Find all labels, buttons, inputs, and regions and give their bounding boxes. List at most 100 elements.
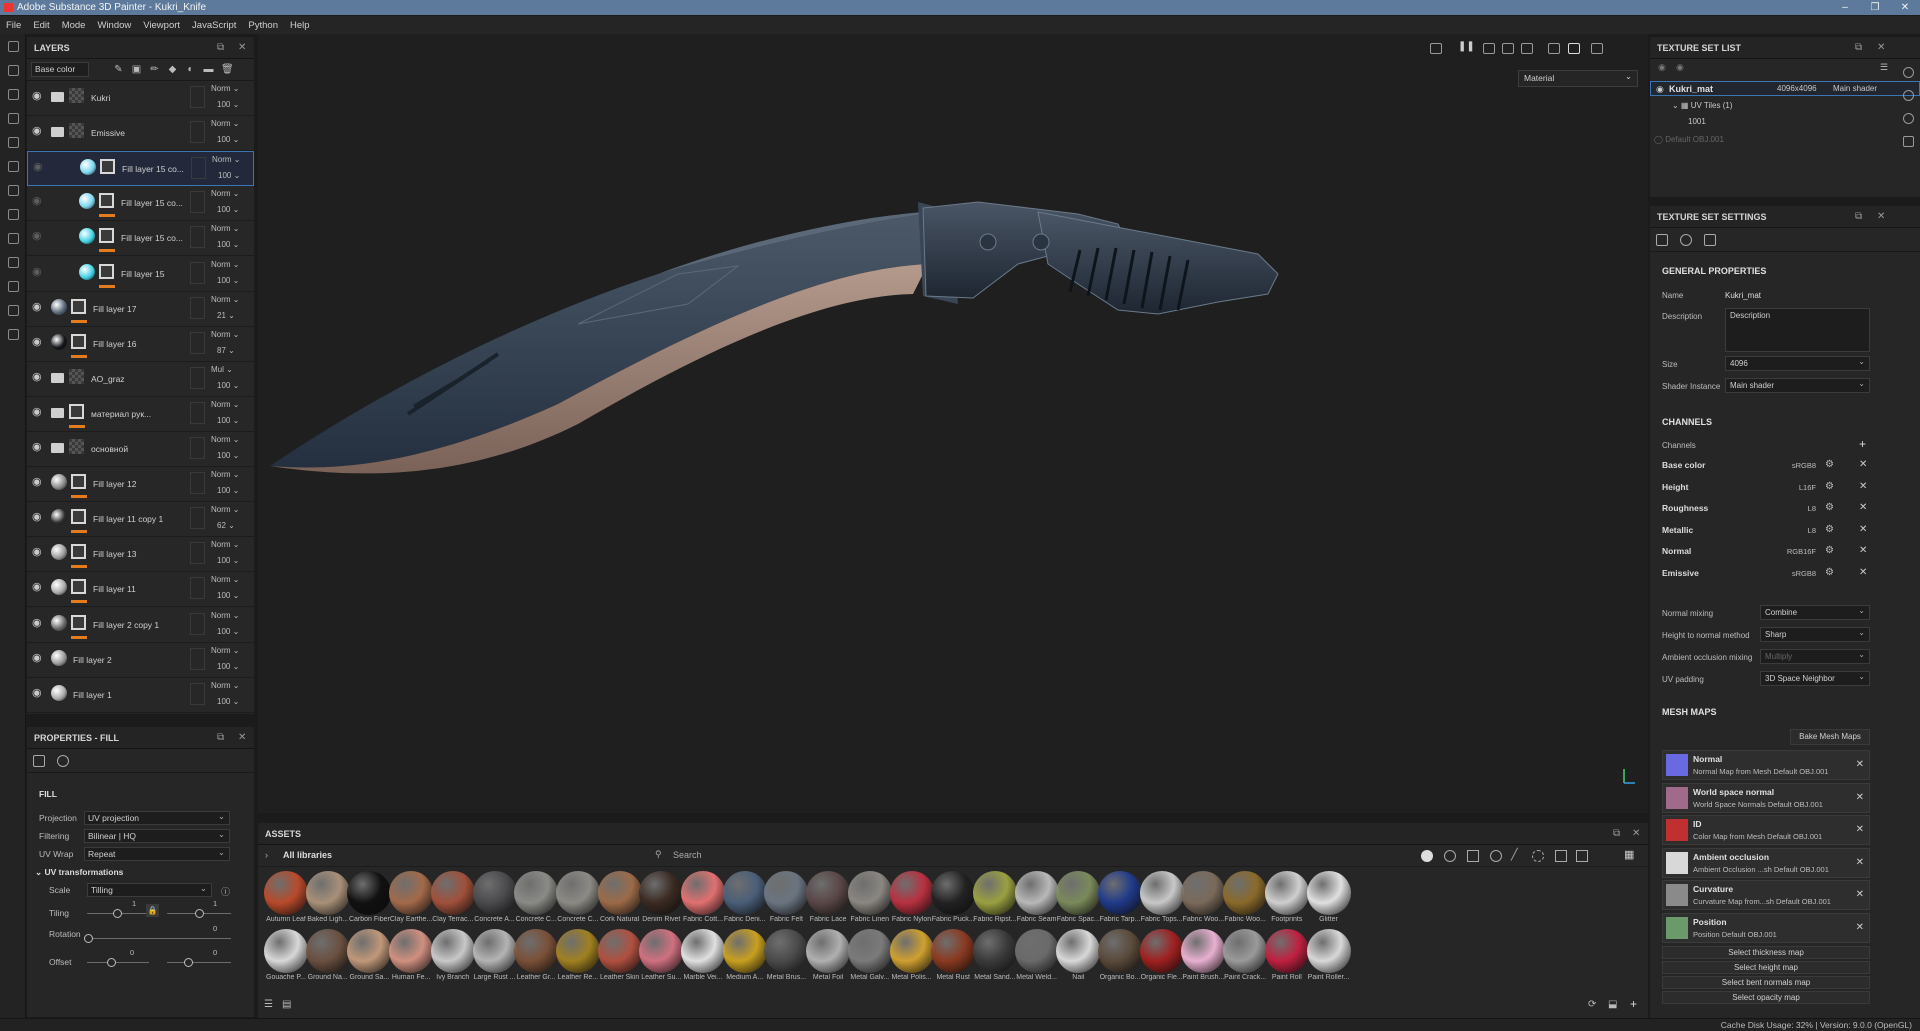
close-icon[interactable]: ✕ <box>238 42 246 53</box>
texture-set-row[interactable]: ◉ Kukri_mat 4096x4096 Main shader <box>1650 81 1920 96</box>
tiling-slider-2-handle[interactable] <box>195 909 204 918</box>
blend-mode-dropdown[interactable]: Norm ⌄ <box>211 611 240 620</box>
height-to-normal-dropdown[interactable]: Sharp <box>1760 626 1870 642</box>
opacity-dropdown[interactable]: 87 ⌄ <box>217 346 235 355</box>
menu-window[interactable]: Window <box>97 20 131 31</box>
mask-icon[interactable] <box>71 509 86 525</box>
mask-icon[interactable] <box>71 298 86 314</box>
layer-row[interactable]: ◉ Kukri Norm ⌄ 100 ⌄ <box>27 81 254 116</box>
mesh-map-row[interactable]: Position Position Default OBJ.001 ✕ <box>1662 913 1870 943</box>
blend-mode-dropdown[interactable]: Norm ⌄ <box>211 295 240 304</box>
menu-viewport[interactable]: Viewport <box>143 20 180 31</box>
maximize-icon[interactable]: ❐ <box>1860 0 1890 15</box>
opacity-dropdown[interactable]: 100 ⌄ <box>217 240 239 249</box>
uv-transformations-toggle[interactable]: ⌄ UV transformations <box>35 867 123 878</box>
filtering-dropdown[interactable]: Bilinear | HQ <box>84 828 230 843</box>
remove-mesh-map-icon[interactable]: ✕ <box>1856 824 1864 835</box>
blend-mode-dropdown[interactable]: Norm ⌄ <box>211 400 240 409</box>
mask-icon[interactable] <box>69 403 84 419</box>
layer-row[interactable]: ◉ Fill layer 13 Norm ⌄ 100 ⌄ <box>27 537 254 573</box>
history-icon[interactable] <box>1903 113 1914 124</box>
mask-icon[interactable] <box>99 193 114 209</box>
layer-row[interactable]: ◉ Fill layer 15 co... Norm ⌄ 100 ⌄ <box>27 186 254 222</box>
remove-mesh-map-icon[interactable]: ✕ <box>1856 889 1864 900</box>
mask-icon[interactable] <box>99 228 114 244</box>
settings-icon[interactable] <box>0 322 26 346</box>
add-mask-icon[interactable]: ▣ <box>131 64 142 75</box>
lock-icon[interactable]: 🔒 <box>146 904 159 917</box>
paint-brush-icon[interactable] <box>0 34 26 58</box>
undock-icon[interactable]: ⧉ <box>217 732 224 743</box>
opacity-dropdown[interactable]: 100 ⌄ <box>217 416 239 425</box>
rotation-slider[interactable] <box>87 938 231 939</box>
remove-channel-icon[interactable]: ✕ <box>1859 567 1867 578</box>
blend-mode-dropdown[interactable]: Norm ⌄ <box>211 119 240 128</box>
blend-mode-dropdown[interactable]: Norm ⌄ <box>211 435 240 444</box>
menu-mode[interactable]: Mode <box>62 20 86 31</box>
layer-row[interactable]: ◉ Fill layer 2 Norm ⌄ 100 ⌄ <box>27 642 254 678</box>
eye-icon[interactable]: ◉ <box>32 442 44 453</box>
channel-format[interactable]: RGB16F <box>1776 547 1816 556</box>
uv-tiles-row[interactable]: ⌄ ▦ UV Tiles (1) <box>1672 101 1733 110</box>
mask-icon[interactable] <box>99 263 114 279</box>
select-map-button[interactable]: Select height map <box>1662 961 1870 974</box>
layer-row[interactable]: ◉ Fill layer 17 Norm ⌄ 21 ⌄ <box>27 291 254 327</box>
eye-icon[interactable]: ◉ <box>32 617 44 628</box>
projection-dropdown[interactable]: UV projection <box>84 810 230 825</box>
scale-dropdown[interactable]: Tilling <box>87 882 212 897</box>
gear-icon[interactable]: ⚙ <box>1825 567 1834 578</box>
smart-material-filter-icon[interactable] <box>1444 850 1456 862</box>
layer-row[interactable]: ◉ Fill layer 15 Norm ⌄ 100 ⌄ <box>27 256 254 292</box>
layer-row[interactable]: ◉ основной Norm ⌄ 100 ⌄ <box>27 432 254 467</box>
eye-icon[interactable]: ◉ <box>32 301 44 312</box>
close-icon[interactable]: ✕ <box>1877 211 1885 222</box>
channel-row[interactable]: Roughness L8 ⚙ ✕ <box>1662 499 1870 519</box>
offset-slider-handle[interactable] <box>107 958 116 967</box>
layer-row[interactable]: ◉ Fill layer 11 copy 1 Norm ⌄ 62 ⌄ <box>27 502 254 538</box>
view-mode-icon[interactable]: ▦ <box>1624 848 1634 861</box>
normal-mixing-dropdown[interactable]: Combine <box>1760 604 1870 620</box>
eye-icon[interactable]: ◉ <box>32 196 44 207</box>
menu-icon[interactable]: ☰ <box>1880 62 1888 73</box>
layer-row[interactable]: ◉ Fill layer 12 Norm ⌄ 100 ⌄ <box>27 467 254 503</box>
select-map-button[interactable]: Select opacity map <box>1662 991 1870 1004</box>
material-thumbnail[interactable]: Paint Roller... <box>1305 929 1353 987</box>
shelf-icon[interactable] <box>0 298 26 322</box>
menu-python[interactable]: Python <box>248 20 278 31</box>
eye-icon[interactable]: ◉ <box>32 477 44 488</box>
channel-row[interactable]: Height L16F ⚙ ✕ <box>1662 478 1870 498</box>
layer-row[interactable]: ◉ Emissive Norm ⌄ 100 ⌄ <box>27 116 254 152</box>
delete-layer-icon[interactable]: 🗑 <box>221 64 234 75</box>
info-icon[interactable]: ⓘ <box>221 885 230 898</box>
eye-icon[interactable]: ◉ <box>32 91 44 102</box>
library-selector[interactable]: All libraries <box>283 850 332 860</box>
opacity-dropdown[interactable]: 100 ⌄ <box>218 171 240 180</box>
mask-icon[interactable] <box>71 333 86 349</box>
chevron-right-icon[interactable]: › <box>265 850 268 860</box>
bake-icon[interactable] <box>0 274 26 298</box>
add-folder-icon[interactable]: ▬ <box>203 64 214 75</box>
picker-icon[interactable] <box>0 178 26 202</box>
viewport[interactable]: ❚❚ Material <box>258 34 1648 813</box>
offset-slider[interactable] <box>87 962 149 963</box>
close-icon[interactable]: ✕ <box>1890 0 1920 15</box>
undock-icon[interactable]: ⧉ <box>217 42 224 53</box>
opacity-dropdown[interactable]: 100 ⌄ <box>217 627 239 636</box>
opacity-dropdown[interactable]: 100 ⌄ <box>217 591 239 600</box>
remove-mesh-map-icon[interactable]: ✕ <box>1856 857 1864 868</box>
undock-icon[interactable]: ⧉ <box>1855 42 1862 53</box>
mesh-map-row[interactable]: Normal Normal Map from Mesh Default OBJ.0… <box>1662 750 1870 780</box>
channel-format[interactable]: sRGB8 <box>1776 461 1816 470</box>
blend-mode-dropdown[interactable]: Norm ⌄ <box>211 646 240 655</box>
close-icon[interactable]: ✕ <box>238 732 246 743</box>
remove-mesh-map-icon[interactable]: ✕ <box>1856 922 1864 933</box>
alpha-filter-icon[interactable] <box>1490 850 1502 862</box>
blend-mode-dropdown[interactable]: Norm ⌄ <box>211 681 240 690</box>
blend-mode-dropdown[interactable]: Mul ⌄ <box>211 365 233 374</box>
remove-mesh-map-icon[interactable]: ✕ <box>1856 759 1864 770</box>
channel-format[interactable]: L8 <box>1776 504 1816 513</box>
gear-icon[interactable]: ⚙ <box>1825 459 1834 470</box>
ao-mixing-dropdown[interactable]: Multiply <box>1760 648 1870 664</box>
opacity-dropdown[interactable]: 100 ⌄ <box>217 556 239 565</box>
channel-row[interactable]: Metallic L8 ⚙ ✕ <box>1662 521 1870 541</box>
